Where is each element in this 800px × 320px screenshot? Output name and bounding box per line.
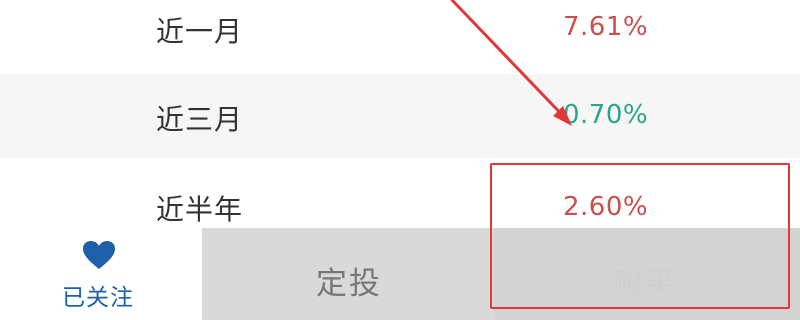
- return-value: 7.61%: [563, 12, 649, 42]
- return-row-3m: 近三月 0.70%: [0, 74, 800, 158]
- buy-button[interactable]: 购买: [494, 228, 800, 320]
- follow-label: 已关注: [62, 285, 134, 311]
- return-value: 0.70%: [563, 100, 649, 130]
- buy-label: 购买: [613, 266, 676, 300]
- return-row-1m: 近一月 7.61%: [0, 0, 800, 74]
- fund-returns-screen: 近一月 7.61% 近三月 0.70% 近半年 2.60% 已关注 定投 购买: [0, 0, 800, 320]
- period-label: 近一月: [156, 15, 244, 48]
- auto-invest-button[interactable]: 定投: [202, 228, 494, 320]
- auto-invest-label: 定投: [316, 266, 382, 302]
- returns-table: 近一月 7.61% 近三月 0.70% 近半年 2.60%: [0, 0, 800, 248]
- bottom-action-bar: 已关注 定投 购买: [0, 228, 800, 320]
- follow-button[interactable]: 已关注: [0, 228, 202, 320]
- period-label: 近三月: [156, 103, 244, 136]
- period-label: 近半年: [156, 193, 244, 226]
- heart-icon: [83, 241, 115, 269]
- return-value: 2.60%: [563, 192, 649, 222]
